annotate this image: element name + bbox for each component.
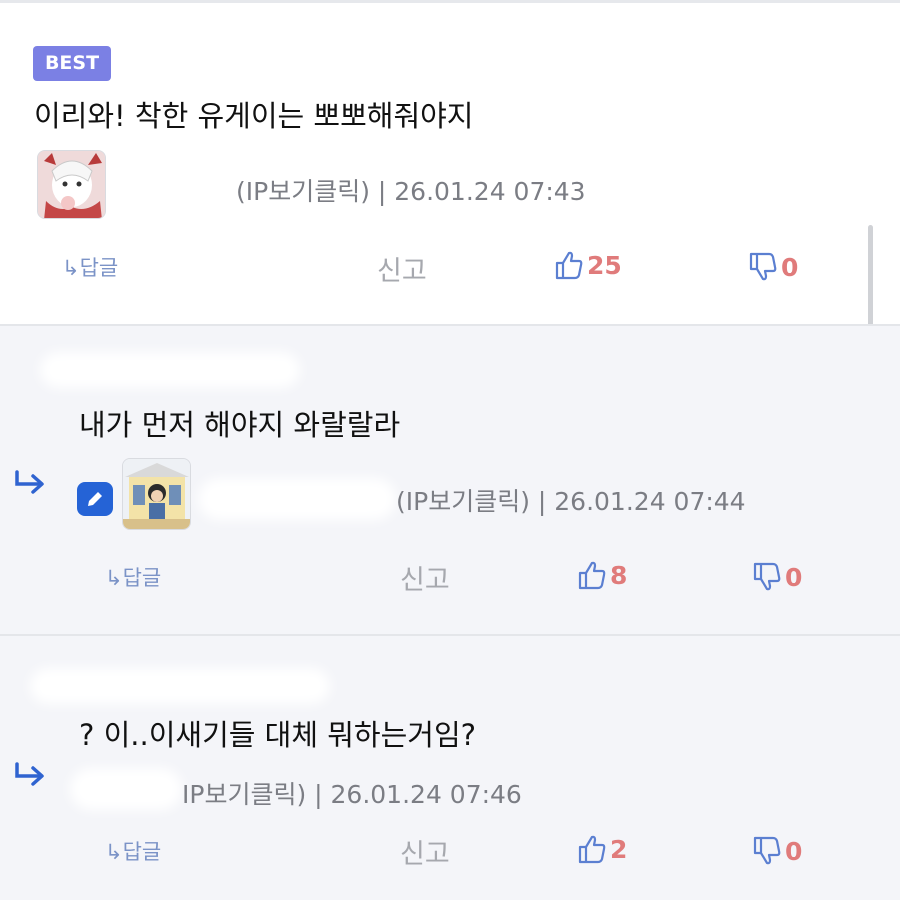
reply-button[interactable]: ↳답글	[62, 252, 118, 282]
comment-meta[interactable]: (IP보기클릭) | 26.01.24 07:44	[396, 482, 746, 518]
redacted-nickname	[40, 352, 300, 388]
reply-button[interactable]: ↳답글	[105, 562, 161, 592]
thumbs-down-icon	[753, 836, 781, 866]
redacted-nickname	[30, 668, 330, 704]
redacted-nickname	[198, 478, 396, 520]
reply-arrow-icon	[14, 762, 46, 792]
thumbs-up-icon	[578, 560, 606, 590]
thumbs-up-icon	[578, 834, 606, 864]
dislike-button[interactable]: 0	[753, 562, 802, 592]
reply-arrow-icon	[14, 470, 46, 500]
report-button[interactable]: 신고	[377, 249, 427, 288]
like-count: 2	[610, 834, 628, 864]
like-button[interactable]: 25	[555, 250, 622, 280]
report-button[interactable]: 신고	[400, 832, 450, 871]
redacted-nickname	[118, 170, 236, 208]
like-count: 25	[587, 250, 622, 280]
report-button[interactable]: 신고	[400, 558, 450, 597]
comment-text: ? 이..이새기들 대체 뭐하는거임?	[79, 718, 477, 752]
comment-meta[interactable]: (IP보기클릭) | 26.01.24 07:43	[236, 172, 586, 208]
thumbs-down-icon	[753, 562, 781, 592]
dislike-button[interactable]: 0	[753, 836, 802, 866]
thumbs-down-icon	[749, 252, 777, 282]
like-count: 8	[610, 560, 628, 590]
pencil-icon	[77, 482, 113, 516]
comment-text: 이리와! 착한 유게이는 뽀뽀해줘야지	[34, 99, 474, 133]
dislike-count: 0	[785, 562, 803, 592]
comment-meta[interactable]: IP보기클릭) | 26.01.24 07:46	[182, 775, 522, 811]
avatar[interactable]	[122, 458, 191, 530]
dislike-count: 0	[781, 252, 799, 282]
dislike-button[interactable]: 0	[749, 252, 798, 282]
redacted-nickname	[70, 768, 182, 810]
like-button[interactable]: 8	[578, 560, 627, 590]
avatar[interactable]	[37, 150, 106, 219]
dislike-count: 0	[785, 836, 803, 866]
reply-button[interactable]: ↳답글	[105, 836, 161, 866]
best-badge: BEST	[33, 46, 111, 81]
like-button[interactable]: 2	[578, 834, 627, 864]
comment-text: 내가 먼저 해야지 와랄랄라	[79, 408, 401, 442]
thumbs-up-icon	[555, 250, 583, 280]
